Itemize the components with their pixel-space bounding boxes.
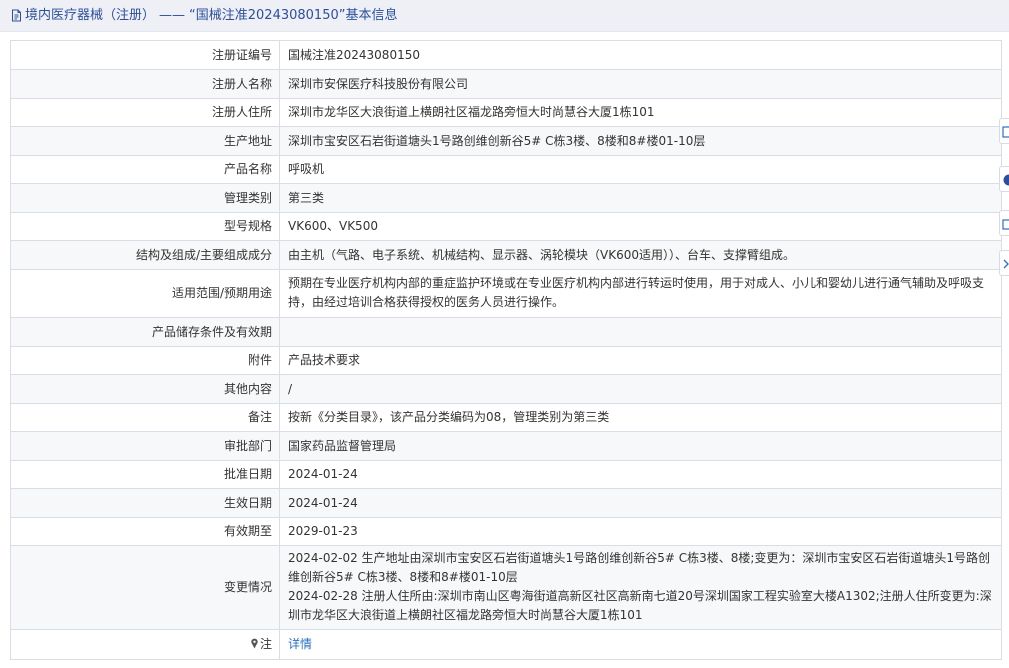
table-row: 批准日期 2024-01-24 xyxy=(10,460,1002,489)
title-separator: —— xyxy=(159,8,186,23)
breadcrumb[interactable]: 境内医疗器械（注册） xyxy=(25,7,155,24)
row-label: 注册证编号 xyxy=(10,40,280,70)
row-label: 有效期至 xyxy=(10,517,280,546)
row-label: 附件 xyxy=(10,346,280,375)
details-link[interactable]: 详情 xyxy=(288,637,312,651)
pin-icon xyxy=(250,636,259,655)
table-row: 其他内容 / xyxy=(10,374,1002,404)
row-label: 管理类别 xyxy=(10,183,280,213)
row-label: 结构及组成/主要组成成分 xyxy=(10,240,280,270)
table-row: 生产地址 深圳市宝安区石岩街道塘头1号路创维创新谷5# C栋3楼、8楼和8#楼0… xyxy=(10,126,1002,156)
row-value: 国家药品监督管理局 xyxy=(279,431,1002,461)
side-toolbar xyxy=(999,118,1009,288)
row-value: 深圳市宝安区石岩街道塘头1号路创维创新谷5# C栋3楼、8楼和8#楼01-10层 xyxy=(279,126,1002,156)
row-value: 由主机（气路、电子系统、机械结构、显示器、涡轮模块（VK600适用））、台车、支… xyxy=(279,240,1002,270)
table-row: 产品名称 呼吸机 xyxy=(10,155,1002,184)
note-label: 注 xyxy=(10,629,280,660)
row-value: 2024-01-24 xyxy=(279,460,1002,489)
row-value: 深圳市安保医疗科技股份有限公司 xyxy=(279,69,1002,99)
row-label: 注册人住所 xyxy=(10,98,280,127)
document-icon xyxy=(10,9,23,22)
row-value: 2024-01-24 xyxy=(279,488,1002,518)
table-row: 注册人住所 深圳市龙华区大浪街道上横朗社区福龙路旁恒大时尚慧谷大厦1栋101 xyxy=(10,98,1002,127)
row-value: 深圳市龙华区大浪街道上横朗社区福龙路旁恒大时尚慧谷大厦1栋101 xyxy=(279,98,1002,127)
info-table: 注册证编号 国械注准20243080150 注册人名称 深圳市安保医疗科技股份有… xyxy=(10,40,1002,660)
table-row: 生效日期 2024-01-24 xyxy=(10,488,1002,518)
row-label: 产品名称 xyxy=(10,155,280,184)
side-edit-button[interactable] xyxy=(999,118,1009,144)
table-row: 有效期至 2029-01-23 xyxy=(10,517,1002,546)
row-label: 变更情况 xyxy=(10,545,280,630)
table-row: 管理类别 第三类 xyxy=(10,183,1002,213)
row-label: 型号规格 xyxy=(10,212,280,241)
row-label: 其他内容 xyxy=(10,374,280,404)
note-label-text: 注 xyxy=(259,636,272,651)
table-row: 变更情况 2024-02-02 生产地址由深圳市宝安区石岩街道塘头1号路创维创新… xyxy=(10,545,1002,630)
side-help-button[interactable] xyxy=(999,166,1009,192)
table-row: 注册人名称 深圳市安保医疗科技股份有限公司 xyxy=(10,69,1002,99)
row-label: 生效日期 xyxy=(10,488,280,518)
row-label: 批准日期 xyxy=(10,460,280,489)
row-label: 注册人名称 xyxy=(10,69,280,99)
row-value: 第三类 xyxy=(279,183,1002,213)
row-value: 国械注准20243080150 xyxy=(279,40,1002,70)
row-label: 适用范围/预期用途 xyxy=(10,269,280,318)
row-value: / xyxy=(279,374,1002,404)
side-copy-button[interactable] xyxy=(999,210,1009,236)
row-value: 2024-02-02 生产地址由深圳市宝安区石岩街道塘头1号路创维创新谷5# C… xyxy=(279,545,1002,630)
table-row: 结构及组成/主要组成成分 由主机（气路、电子系统、机械结构、显示器、涡轮模块（V… xyxy=(10,240,1002,270)
record-title: “国械注准20243080150”基本信息 xyxy=(189,8,398,23)
row-value: 产品技术要求 xyxy=(279,346,1002,375)
table-row: 注册证编号 国械注准20243080150 xyxy=(10,40,1002,70)
row-value: 2029-01-23 xyxy=(279,517,1002,546)
table-row: 型号规格 VK600、VK500 xyxy=(10,212,1002,241)
table-row: 产品储存条件及有效期 xyxy=(10,317,1002,347)
row-value: 呼吸机 xyxy=(279,155,1002,184)
row-value: 按新《分类目录》，该产品分类编码为08，管理类别为第三类 xyxy=(279,403,1002,432)
table-row: 注 详情 xyxy=(10,629,1002,660)
note-value: 详情 xyxy=(279,629,1002,660)
row-value: 预期在专业医疗机构内部的重症监护环境或在专业医疗机构内部进行转运时使用，用于对成… xyxy=(279,269,1002,318)
table-row: 备注 按新《分类目录》，该产品分类编码为08，管理类别为第三类 xyxy=(10,403,1002,432)
page-title: 境内医疗器械（注册） —— “国械注准20243080150”基本信息 xyxy=(10,7,397,24)
table-row: 附件 产品技术要求 xyxy=(10,346,1002,375)
row-label: 产品储存条件及有效期 xyxy=(10,317,280,347)
title-bar: 境内医疗器械（注册） —— “国械注准20243080150”基本信息 xyxy=(0,0,1009,32)
row-value xyxy=(279,317,1002,347)
side-collapse-button[interactable] xyxy=(999,250,1009,276)
table-row: 适用范围/预期用途 预期在专业医疗机构内部的重症监护环境或在专业医疗机构内部进行… xyxy=(10,269,1002,318)
row-label: 审批部门 xyxy=(10,431,280,461)
row-label: 生产地址 xyxy=(10,126,280,156)
row-value: VK600、VK500 xyxy=(279,212,1002,241)
row-label: 备注 xyxy=(10,403,280,432)
table-row: 审批部门 国家药品监督管理局 xyxy=(10,431,1002,461)
